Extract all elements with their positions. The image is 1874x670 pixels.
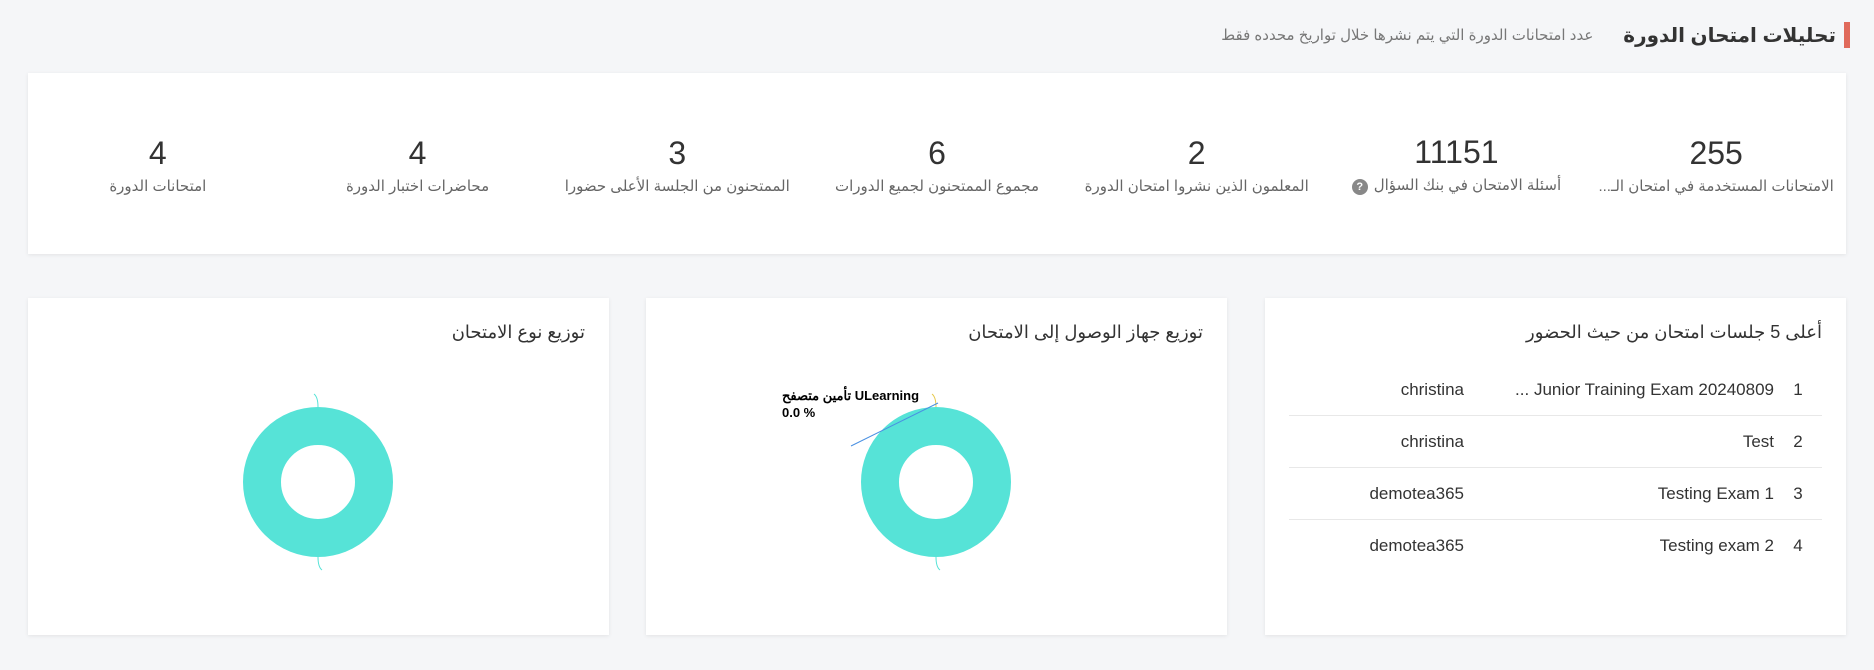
page-title: تحليلات امتحان الدورة	[1623, 24, 1836, 47]
stat-value: 2	[1187, 134, 1206, 171]
exam-type-donut-chart	[243, 393, 393, 571]
row-number: 3	[1793, 483, 1803, 503]
stat-value: 11151	[1414, 134, 1499, 171]
list-item[interactable]: 1 Junior Training Exam 20240809 ... chri…	[1289, 364, 1822, 416]
row-number: 4	[1793, 536, 1803, 555]
stat-label: الممتحنون من الجلسة الأعلى حضورا	[564, 177, 790, 195]
session-name: Test	[1742, 431, 1774, 451]
session-user: christina	[1400, 431, 1464, 451]
leader-line	[317, 556, 323, 571]
session-name: Testing exam 2	[1659, 536, 1774, 555]
list-item[interactable]: 3 Testing Exam 1 demotea365	[1289, 468, 1822, 520]
stat-label-text: أسئلة الامتحان في بنك السؤال	[1373, 177, 1562, 195]
list-item[interactable]: 2 Test christina	[1289, 416, 1822, 468]
session-name: Testing Exam 1	[1657, 483, 1774, 503]
stat-label: المعلمون الذين نشروا امتحان الدورة	[1084, 177, 1309, 195]
stat-label: محاضرات اختبار الدورة	[345, 177, 490, 195]
page-header: تحليلات امتحان الدورة عدد امتحانات الدور…	[1221, 18, 1850, 52]
donut-slice[interactable]	[861, 407, 1011, 557]
title-accent-bar	[1844, 22, 1850, 48]
device-donut-chart: تأمين متصفح ULearning0.0 %	[782, 386, 1011, 571]
row-number: 2	[1793, 431, 1803, 451]
row-number: 1	[1793, 379, 1803, 399]
device-distribution-panel: توزيع جهاز الوصول إلى الامتحان تأمين متص…	[646, 298, 1227, 635]
stat-course-exams: 4 امتحانات الدورة	[28, 133, 288, 195]
donut-slice[interactable]	[243, 407, 393, 557]
page-subtitle: عدد امتحانات الدورة التي يتم نشرها خلال …	[1221, 27, 1594, 44]
list-item[interactable]: 4 Testing exam 2 demotea365	[1289, 520, 1822, 572]
stat-top-session-examinees: 3 الممتحنون من الجلسة الأعلى حضورا	[547, 133, 807, 195]
top5-sessions-panel: أعلى 5 جلسات امتحان من حيث الحضور 1 Juni…	[1265, 298, 1846, 635]
slice-label-name: تأمين متصفح ULearning	[782, 386, 919, 404]
leader-line	[935, 556, 941, 571]
stat-exams-used: 255 الامتحانات المستخدمة في امتحان الـ..…	[1586, 133, 1846, 195]
stat-label: مجموع الممتحنون لجميع الدورات	[834, 177, 1039, 195]
stat-label: امتحانات الدورة	[109, 177, 207, 195]
stat-question-bank: 11151 أسئلة الامتحان في بنك السؤال?	[1327, 132, 1587, 195]
stat-value: 4	[148, 134, 167, 171]
stat-value: 3	[668, 134, 687, 171]
stat-label: الامتحانات المستخدمة في امتحان الـ...	[1598, 177, 1834, 195]
session-user: christina	[1400, 379, 1464, 399]
session-user: demotea365	[1369, 536, 1464, 555]
panel-title: أعلى 5 جلسات امتحان من حيث الحضور	[1526, 322, 1822, 342]
leader-line	[313, 393, 319, 408]
slice-label-value: 0.0 %	[782, 405, 816, 420]
session-name: Junior Training Exam 20240809 ...	[1515, 379, 1774, 399]
stat-test-lectures: 4 محاضرات اختبار الدورة	[288, 133, 548, 195]
help-icon[interactable]: ?	[1351, 178, 1368, 195]
session-user: demotea365	[1369, 483, 1464, 503]
header-title-group: تحليلات امتحان الدورة	[1623, 22, 1850, 48]
exam-type-distribution-panel: توزيع نوع الامتحان	[28, 298, 609, 635]
stat-total-examinees: 6 مجموع الممتحنون لجميع الدورات	[807, 133, 1067, 195]
stat-label: أسئلة الامتحان في بنك السؤال?	[1327, 176, 1587, 195]
stat-teachers: 2 المعلمون الذين نشروا امتحان الدورة	[1067, 133, 1327, 195]
stat-value: 6	[928, 134, 946, 171]
stats-card: 255 الامتحانات المستخدمة في امتحان الـ..…	[28, 73, 1846, 254]
top5-list: 1 Junior Training Exam 20240809 ... chri…	[1289, 364, 1822, 572]
stat-value: 4	[408, 134, 427, 171]
stat-value: 255	[1689, 134, 1743, 171]
